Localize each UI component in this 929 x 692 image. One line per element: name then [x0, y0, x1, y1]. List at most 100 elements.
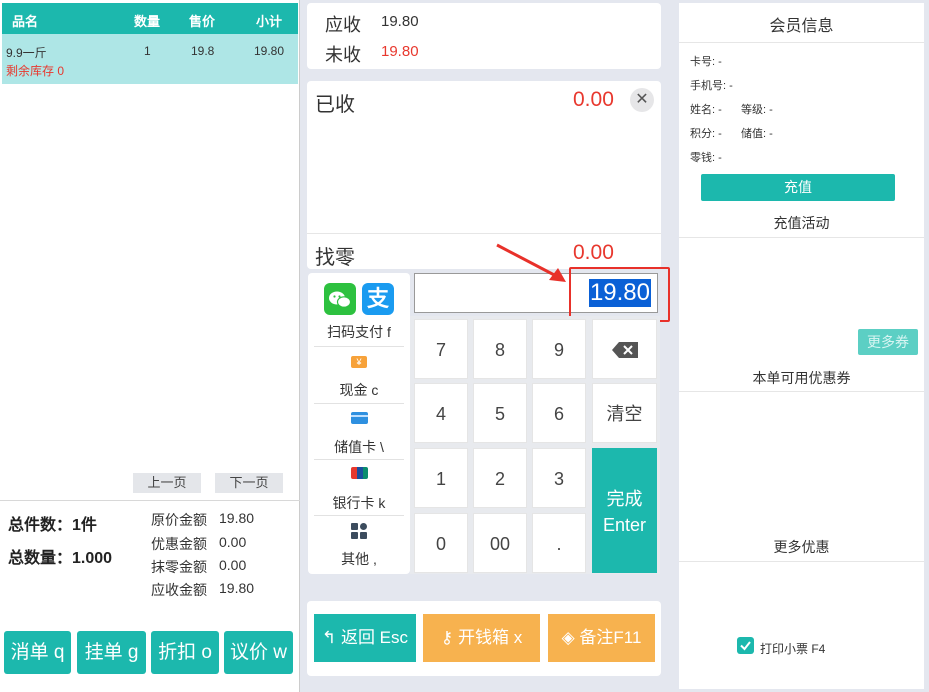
receivable-amount-value: 19.80 — [219, 580, 255, 596]
backspace-icon — [612, 342, 638, 358]
key-3[interactable]: 3 — [532, 448, 586, 508]
stored-card-pay-method[interactable]: 储值卡 \ — [312, 408, 406, 464]
remark-label: 备注F11 — [579, 628, 642, 647]
key-7[interactable]: 7 — [414, 319, 468, 379]
discount-amount-value: 0.00 — [219, 534, 247, 550]
receivable-label: 应收 — [325, 15, 361, 35]
arrow-icon — [496, 243, 566, 282]
hold-order-button[interactable]: 挂单 g — [77, 631, 146, 674]
stored-card-label: 储值卡 \ — [334, 439, 384, 455]
backspace-button[interactable] — [592, 319, 657, 379]
item-price: 19.8 — [191, 44, 215, 58]
prev-page-button[interactable]: 上一页 — [133, 473, 201, 493]
discount-amount-label: 优惠金额 — [151, 536, 207, 552]
change-label: 找零 — [315, 247, 355, 269]
unpaid-value: 19.80 — [381, 43, 419, 60]
total-items: 总件数：1件 — [8, 517, 97, 534]
clear-button[interactable]: 清空 — [592, 383, 657, 443]
tag-icon: ◈ — [561, 628, 575, 647]
cash-drawer-label: 开钱箱 x — [457, 628, 523, 647]
more-coupons-button[interactable]: 更多券 — [858, 329, 918, 355]
divider — [0, 500, 300, 501]
key-8[interactable]: 8 — [473, 319, 527, 379]
divider — [679, 237, 924, 238]
done-key-label: Enter — [602, 515, 647, 535]
divider — [314, 515, 404, 516]
void-order-button[interactable]: 消单 q — [4, 631, 71, 674]
divider — [314, 403, 404, 404]
done-label: 完成 — [606, 489, 643, 509]
original-amount-label: 原价金额 — [151, 512, 207, 528]
discount-button[interactable]: 折扣 o — [151, 631, 219, 674]
divider — [679, 391, 924, 392]
recharge-button[interactable]: 充值 — [701, 174, 895, 201]
item-stock: 剩余库存 0 — [6, 64, 65, 78]
col-subtotal: 小计 — [256, 14, 283, 29]
key-4[interactable]: 4 — [414, 383, 468, 443]
remark-button[interactable]: ◈ 备注F11 — [548, 614, 655, 662]
rounding-amount-value: 0.00 — [219, 557, 247, 573]
member-points: 积分: - — [690, 128, 722, 140]
cash-pay-method[interactable]: ¥ 现金 c — [312, 351, 406, 407]
divider — [307, 233, 661, 234]
scan-pay-method[interactable]: 支 扫码支付 f — [312, 279, 406, 340]
apps-icon — [351, 523, 368, 540]
highlight-box — [569, 267, 670, 322]
print-receipt-checkbox[interactable] — [737, 637, 754, 654]
bargain-button[interactable]: 议价 w — [224, 631, 293, 674]
close-icon[interactable]: ✕ — [630, 88, 654, 112]
cart-panel: 品名 数量 售价 小计 9.9一斤 1 19.8 19.80 剩余库存 0 上一… — [0, 0, 300, 692]
received-label: 已收 — [315, 94, 355, 116]
cart-table-header: 品名 数量 售价 小计 — [2, 3, 298, 34]
divider — [679, 561, 924, 562]
print-receipt-label: 打印小票 F4 — [760, 642, 826, 656]
wechat-icon — [324, 283, 356, 315]
member-level: 等级: - — [741, 104, 773, 116]
receivable-value: 19.80 — [381, 13, 419, 30]
member-title: 会员信息 — [769, 18, 834, 35]
key-9[interactable]: 9 — [532, 319, 586, 379]
check-icon — [740, 641, 751, 651]
unionpay-icon — [351, 467, 368, 479]
scan-pay-label: 扫码支付 f — [327, 324, 391, 340]
key-00[interactable]: 00 — [473, 513, 527, 573]
bank-card-label: 银行卡 k — [332, 495, 386, 511]
member-name: 姓名: - — [690, 104, 722, 116]
col-qty: 数量 — [134, 14, 161, 29]
key-dot[interactable]: . — [532, 513, 586, 573]
cash-label: 现金 c — [339, 382, 379, 398]
cash-drawer-button[interactable]: ⚷ 开钱箱 x — [423, 614, 540, 662]
back-label: 返回 Esc — [340, 628, 409, 647]
table-row[interactable]: 9.9一斤 1 19.8 19.80 剩余库存 0 — [2, 34, 298, 84]
change-value: 0.00 — [573, 241, 614, 264]
recharge-activity-title: 充值活动 — [773, 215, 830, 231]
divider — [314, 346, 404, 347]
rounding-amount-label: 抹零金额 — [151, 559, 207, 575]
key-icon: ⚷ — [440, 628, 454, 647]
member-small-change: 零钱: - — [690, 152, 722, 164]
member-card-no: 卡号: - — [690, 56, 722, 68]
stored-card-icon — [351, 412, 368, 424]
available-coupons-title: 本单可用优惠券 — [752, 370, 851, 386]
divider — [314, 459, 404, 460]
key-5[interactable]: 5 — [473, 383, 527, 443]
bank-card-pay-method[interactable]: 银行卡 k — [312, 464, 406, 520]
col-name: 品名 — [12, 14, 39, 29]
key-6[interactable]: 6 — [532, 383, 586, 443]
more-offers-title: 更多优惠 — [773, 539, 830, 555]
alipay-icon: 支 — [362, 283, 394, 315]
key-2[interactable]: 2 — [473, 448, 527, 508]
item-subtotal: 19.80 — [254, 44, 285, 58]
key-0[interactable]: 0 — [414, 513, 468, 573]
original-amount-value: 19.80 — [219, 510, 255, 526]
received-value: 0.00 — [573, 88, 614, 111]
other-pay-method[interactable]: 其他 , — [312, 520, 406, 576]
other-label: 其他 , — [341, 551, 377, 567]
member-balance: 储值: - — [741, 128, 773, 140]
key-1[interactable]: 1 — [414, 448, 468, 508]
col-price: 售价 — [189, 14, 216, 29]
next-page-button[interactable]: 下一页 — [215, 473, 283, 493]
done-button[interactable]: 完成 Enter — [592, 448, 657, 573]
unpaid-label: 未收 — [325, 45, 361, 65]
back-button[interactable]: ↰ 返回 Esc — [314, 614, 416, 662]
